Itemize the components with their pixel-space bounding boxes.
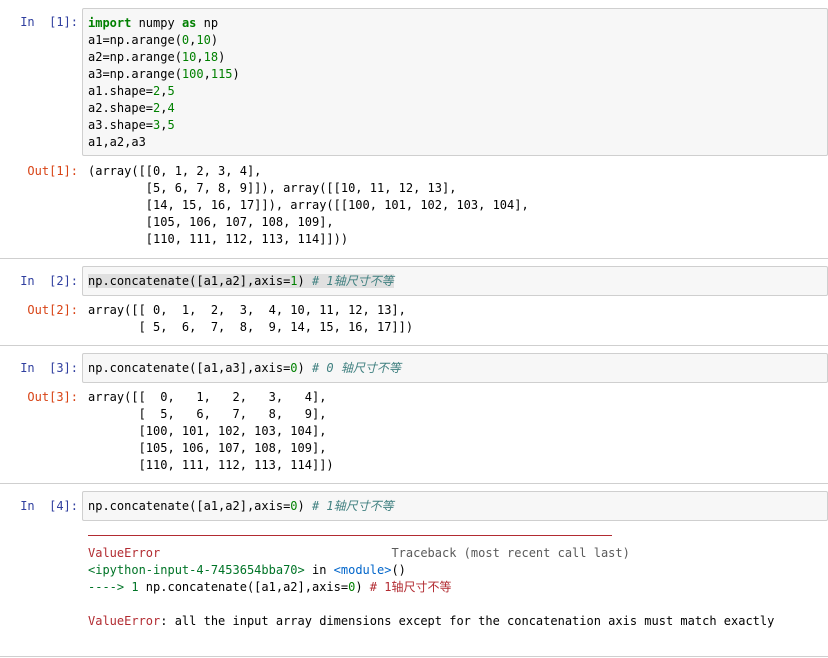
input-prompt: In [2]: — [20, 274, 78, 288]
traceback-header: Traceback (most recent call last) — [391, 546, 630, 560]
error-message-name: ValueError — [88, 614, 161, 628]
notebook-cell-1[interactable]: In [1]: import numpy as np a1=np.arange(… — [0, 0, 828, 258]
input-prompt: In [3]: — [20, 361, 78, 375]
cell-divider — [0, 258, 828, 259]
cell-output: array([[ 0, 1, 2, 3, 4], [ 5, 6, 7, 8, 9… — [88, 390, 334, 472]
traceback-separator — [88, 535, 612, 536]
code-input: np.concatenate([a1,a3],axis=0) # 0 轴尺寸不等 — [88, 361, 401, 375]
error-message: : all the input array dimensions except … — [160, 614, 775, 628]
code-input: np.concatenate([a1,a2],axis=1) # 1轴尺寸不等 — [88, 274, 394, 288]
output-prompt: Out[2]: — [27, 303, 78, 317]
traceback-module: <module> — [333, 563, 392, 577]
cell-output: (array([[0, 1, 2, 3, 4], [5, 6, 7, 8, 9]… — [88, 164, 529, 246]
cell-divider — [0, 345, 828, 346]
error-name: ValueError — [88, 546, 161, 560]
output-prompt: Out[1]: — [27, 164, 78, 178]
input-prompt: In [1]: — [20, 15, 78, 29]
input-prompt: In [4]: — [20, 499, 78, 513]
cell-divider — [0, 656, 828, 657]
cell-output: array([[ 0, 1, 2, 3, 4, 10, 11, 12, 13],… — [88, 303, 414, 334]
code-input: np.concatenate([a1,a2],axis=0) # 1轴尺寸不等 — [88, 499, 394, 513]
code-input: import numpy as np a1=np.arange(0,10) a2… — [88, 16, 240, 149]
traceback-file: <ipython-input-4-7453654bba70> — [88, 563, 305, 577]
cell-divider — [0, 483, 828, 484]
traceback-arrow: ----> 1 — [88, 580, 146, 594]
error-traceback: ValueError Traceback (most recent call l… — [88, 546, 775, 628]
output-prompt: Out[3]: — [27, 390, 78, 404]
